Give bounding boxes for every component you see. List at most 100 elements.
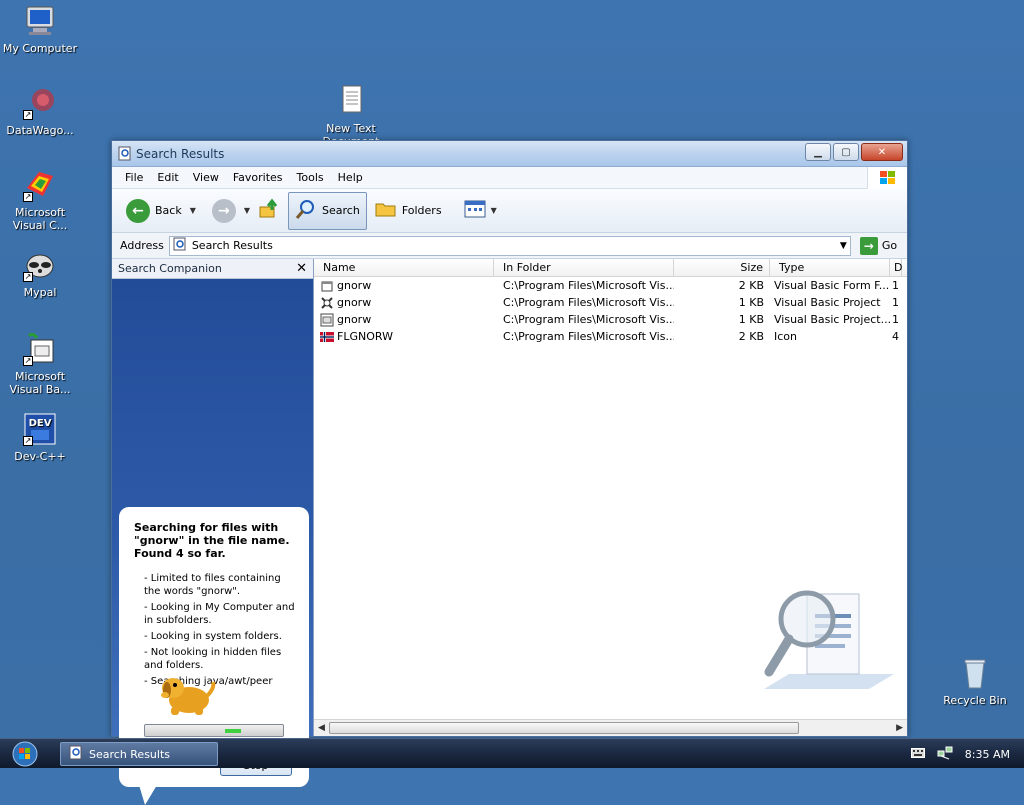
forward-arrow-icon: → (211, 198, 236, 223)
keyboard-icon[interactable] (910, 747, 925, 761)
shortcut-arrow-icon: ↗ (23, 356, 33, 366)
desktop-icon-mypal[interactable]: ↗ Mypal (0, 248, 80, 299)
shortcut-arrow-icon: ↗ (23, 110, 33, 120)
file-date: 1 (892, 296, 899, 309)
window-title: Search Results (136, 147, 225, 161)
desktop-icon-label: Microsoft Visual Ba... (9, 370, 71, 396)
go-label: Go (881, 239, 898, 252)
menu-help[interactable]: Help (331, 171, 370, 184)
maximize-icon: ▢ (841, 146, 851, 158)
system-tray: 8:35 AM (910, 739, 1024, 769)
views-button[interactable]: ▼ (460, 197, 501, 224)
taskbar: Search Results 8:35 AM (0, 738, 1024, 768)
dev-cpp-icon: DEV ↗ (23, 412, 57, 446)
search-window-icon (118, 146, 132, 161)
search-criteria-item: - Limited to files containing the words … (144, 573, 281, 597)
menu-edit[interactable]: Edit (150, 171, 185, 184)
progress-indicator (225, 729, 241, 733)
menu-view[interactable]: View (186, 171, 226, 184)
file-type: Visual Basic Form F... (774, 279, 890, 292)
search-progress-bar (144, 724, 284, 737)
shortcut-arrow-icon: ↗ (23, 192, 33, 202)
file-size: 1 KB (738, 313, 764, 326)
desktop-icon-datawagon[interactable]: ↗ DataWago... (0, 86, 80, 137)
desktop-icon-dev-cpp[interactable]: DEV ↗ Dev-C++ (0, 412, 80, 463)
desktop-icon-visual-basic[interactable]: ↗ Microsoft Visual Ba... (0, 332, 80, 396)
forward-button[interactable]: → (208, 196, 240, 226)
address-input[interactable]: Search Results ▼ (168, 235, 851, 256)
file-size: 2 KB (738, 279, 764, 292)
scroll-left-icon[interactable]: ◀ (318, 723, 325, 733)
start-button[interactable] (10, 740, 40, 768)
column-header-name[interactable]: Name (314, 259, 494, 276)
back-dropdown-icon[interactable]: ▼ (190, 206, 196, 215)
file-name: gnorw (337, 279, 372, 292)
column-header-date[interactable]: D (890, 259, 902, 276)
bubble-tail (139, 785, 157, 805)
close-button[interactable]: ✕ (861, 143, 903, 161)
windows-logo-icon (867, 167, 907, 189)
scrollbar-thumb[interactable] (329, 722, 799, 734)
views-dropdown-icon: ▼ (490, 206, 497, 215)
close-companion-icon[interactable]: ✕ (296, 261, 307, 276)
search-companion-title: Search Companion (118, 262, 222, 275)
search-companion-pane: Search Companion ✕ Searching for files w… (112, 259, 314, 805)
file-folder: C:\Program Files\Microsoft Vis... (503, 279, 674, 292)
menu-file[interactable]: File (118, 171, 150, 184)
file-folder: C:\Program Files\Microsoft Vis... (503, 296, 674, 309)
network-icon[interactable] (937, 745, 953, 764)
title-bar[interactable]: Search Results ▁ ▢ ✕ (112, 141, 907, 167)
clock[interactable]: 8:35 AM (965, 748, 1010, 761)
file-size: 2 KB (738, 330, 764, 343)
views-icon (464, 200, 486, 221)
address-dropdown-icon[interactable]: ▼ (840, 241, 847, 251)
menu-tools[interactable]: Tools (290, 171, 331, 184)
desktop-icon-visual-c[interactable]: ↗ Microsoft Visual C... (0, 168, 80, 232)
file-type: Visual Basic Project... (774, 313, 890, 326)
file-type: Icon (774, 330, 797, 343)
vb-project-icon (320, 296, 334, 310)
menu-favorites[interactable]: Favorites (226, 171, 290, 184)
horizontal-scrollbar[interactable]: ◀ ▶ (314, 719, 907, 736)
computer-icon (23, 4, 57, 38)
desktop-icon-label: Microsoft Visual C... (12, 206, 68, 232)
back-button[interactable]: ← Back (122, 196, 186, 226)
search-dog-icon[interactable] (157, 662, 217, 722)
norway-flag-icon (320, 330, 334, 344)
file-folder: C:\Program Files\Microsoft Vis... (503, 313, 674, 326)
column-header-in-folder[interactable]: In Folder (494, 259, 674, 276)
search-status-heading: Searching for files with "gnorw" in the … (134, 521, 290, 560)
desktop-icon-my-computer[interactable]: My Computer (0, 4, 80, 55)
table-row[interactable]: FLGNORW C:\Program Files\Microsoft Vis..… (314, 328, 907, 345)
desktop-icon-label: Mypal (23, 286, 57, 299)
maximize-button[interactable]: ▢ (833, 143, 859, 161)
minimize-button[interactable]: ▁ (805, 143, 831, 161)
address-value: Search Results (191, 239, 273, 252)
search-icon (295, 198, 317, 223)
file-size: 1 KB (738, 296, 764, 309)
search-magnifier-watermark-icon (759, 584, 899, 714)
desktop-icon-label: My Computer (2, 42, 78, 55)
file-folder: C:\Program Files\Microsoft Vis... (503, 330, 674, 343)
desktop-icon-recycle-bin[interactable]: Recycle Bin (935, 656, 1015, 707)
table-row[interactable]: gnorw C:\Program Files\Microsoft Vis... … (314, 294, 907, 311)
desktop-icon-label: DataWago... (6, 124, 74, 137)
datawagon-icon: ↗ (23, 86, 57, 120)
search-criteria-item: - Looking in system folders. (144, 631, 282, 642)
search-button[interactable]: Search (288, 191, 367, 230)
toolbar: ← Back ▼ → ▼ Search Folders ▼ (112, 189, 907, 233)
up-folder-button[interactable] (254, 195, 284, 226)
table-row[interactable]: gnorw C:\Program Files\Microsoft Vis... … (314, 311, 907, 328)
column-header-size[interactable]: Size (674, 259, 770, 276)
desktop-icon-new-text-document[interactable]: New Text Document (311, 84, 391, 148)
forward-dropdown-icon[interactable]: ▼ (244, 206, 250, 215)
back-label: Back (155, 204, 182, 217)
search-criteria-item: - Looking in My Computer and in subfolde… (144, 602, 295, 626)
go-button[interactable]: → Go (859, 236, 898, 255)
column-header-type[interactable]: Type (770, 259, 890, 276)
recycle-bin-icon (958, 656, 992, 690)
folders-button[interactable]: Folders (371, 197, 446, 224)
taskbar-item-search-results[interactable]: Search Results (60, 742, 218, 766)
scroll-right-icon[interactable]: ▶ (896, 723, 903, 733)
table-row[interactable]: gnorw C:\Program Files\Microsoft Vis... … (314, 277, 907, 294)
